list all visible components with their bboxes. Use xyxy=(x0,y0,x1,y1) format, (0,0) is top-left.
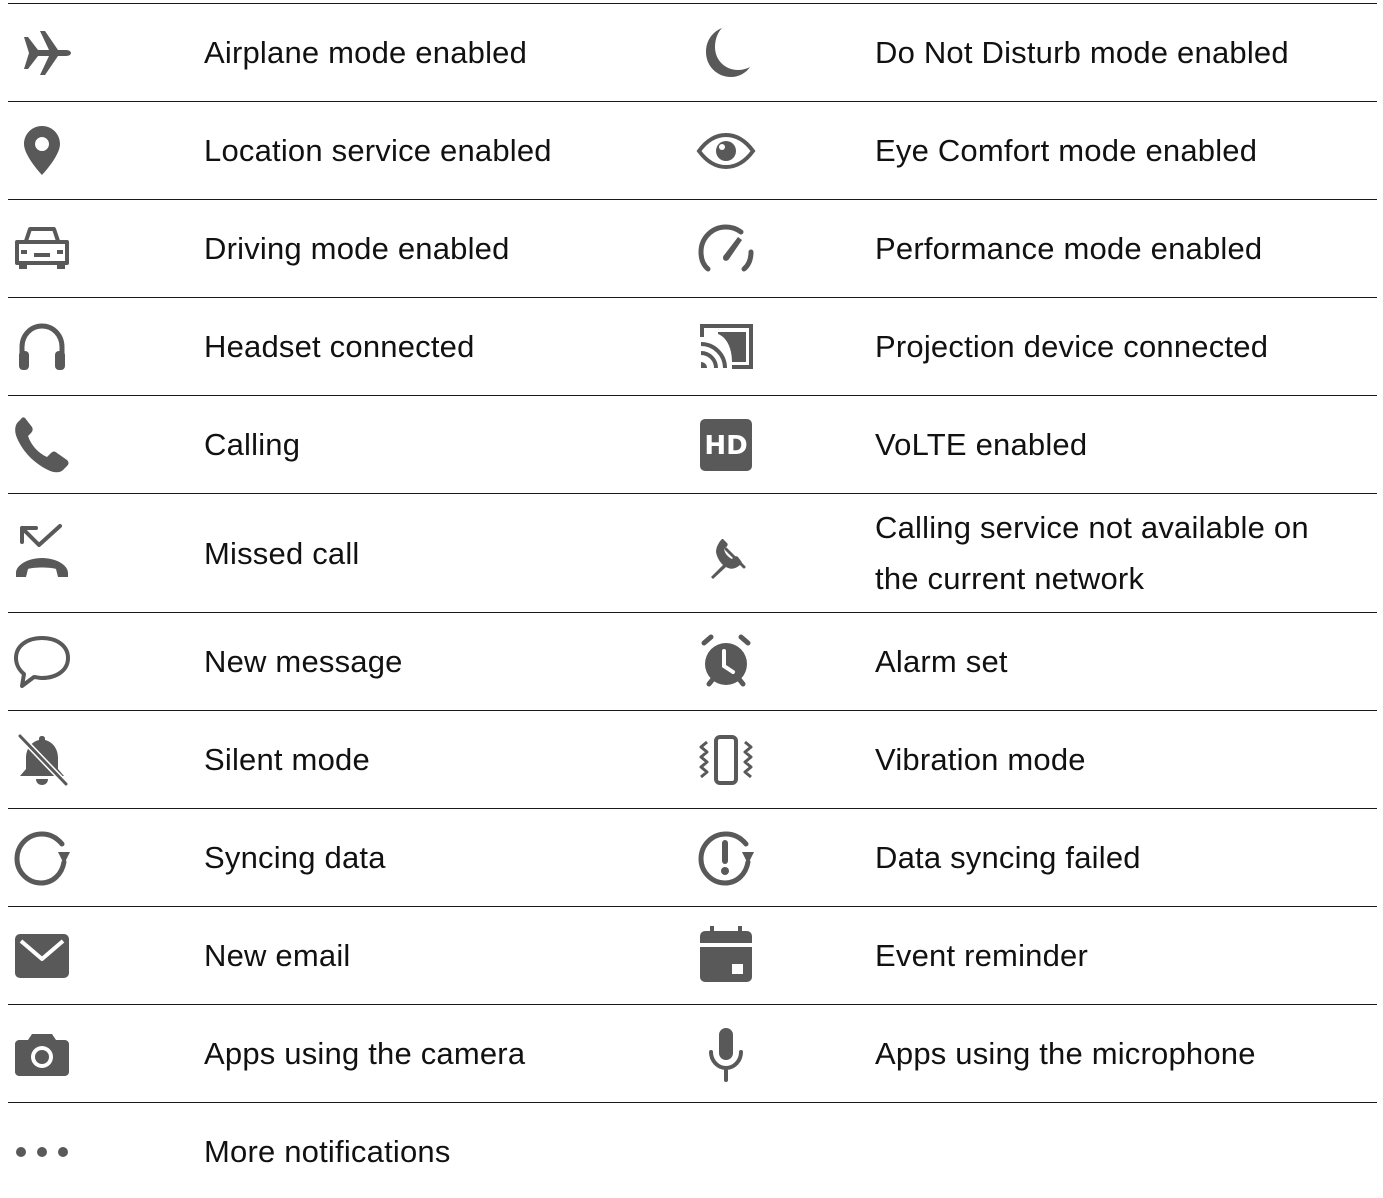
table-row: More notifications xyxy=(8,1102,1377,1194)
svg-text:HD: HD xyxy=(704,431,747,461)
table-cell-right: Projection device connected xyxy=(8,298,1377,395)
speedometer-icon xyxy=(694,217,758,281)
table-cell-right: HD VoLTE enabled xyxy=(8,396,1377,493)
table-cell-right: Apps using the microphone xyxy=(8,1005,1377,1102)
row-label: Performance mode enabled xyxy=(875,231,1263,266)
row-label: Vibration mode xyxy=(875,742,1086,777)
table-cell-right: Do Not Disturb mode enabled xyxy=(8,4,1377,101)
row-label: Eye Comfort mode enabled xyxy=(875,133,1258,168)
table-cell-right: Vibration mode xyxy=(8,711,1377,808)
table-row: Headset connected Projection device conn… xyxy=(8,297,1377,395)
table-cell-right: Alarm set xyxy=(8,613,1377,710)
row-label: Projection device connected xyxy=(875,329,1269,364)
row-label: Alarm set xyxy=(875,644,1008,679)
table-row: Silent mode Vibration mode xyxy=(8,710,1377,808)
table-row: New email Event reminder xyxy=(8,906,1377,1004)
row-label: Apps using the microphone xyxy=(875,1036,1256,1071)
phone-disabled-icon xyxy=(694,521,758,585)
table-cell-right: Eye Comfort mode enabled xyxy=(8,102,1377,199)
cast-icon xyxy=(694,315,758,379)
table-row: Driving mode enabled Performance mode en… xyxy=(8,199,1377,297)
row-label: Calling service not available on the cur… xyxy=(875,510,1309,596)
moon-icon xyxy=(694,21,758,85)
calendar-icon xyxy=(694,924,758,988)
alarm-clock-icon xyxy=(694,630,758,694)
table-row: Missed call Calling service not availabl… xyxy=(8,493,1377,612)
more-dots-icon xyxy=(10,1120,74,1184)
table-row: Calling HD VoLTE enabled xyxy=(8,395,1377,493)
row-label: Data syncing failed xyxy=(875,840,1141,875)
microphone-icon xyxy=(694,1022,758,1086)
table-cell-right: Data syncing failed xyxy=(8,809,1377,906)
table-row: Airplane mode enabled Do Not Disturb mod… xyxy=(8,3,1377,101)
table-row: New message Alarm set xyxy=(8,612,1377,710)
vibration-icon xyxy=(694,728,758,792)
eye-icon xyxy=(694,119,758,183)
table-row: Syncing data Data syncing failed xyxy=(8,808,1377,906)
table-cell-left: More notifications xyxy=(8,1103,1377,1194)
table-cell-right: Performance mode enabled xyxy=(8,200,1377,297)
table-cell-right: Event reminder xyxy=(8,907,1377,1004)
table-row: Location service enabled Eye Comfort mod… xyxy=(8,101,1377,199)
row-label: More notifications xyxy=(204,1134,451,1169)
status-icon-table: Airplane mode enabled Do Not Disturb mod… xyxy=(8,3,1377,1194)
sync-failed-icon xyxy=(694,826,758,890)
row-label: VoLTE enabled xyxy=(875,427,1088,462)
table-cell-right: Calling service not available on the cur… xyxy=(8,494,1377,612)
table-row: Apps using the camera Apps using the mic… xyxy=(8,1004,1377,1102)
row-label: Do Not Disturb mode enabled xyxy=(875,35,1289,70)
row-label: Event reminder xyxy=(875,938,1089,973)
hd-icon: HD xyxy=(694,413,758,477)
